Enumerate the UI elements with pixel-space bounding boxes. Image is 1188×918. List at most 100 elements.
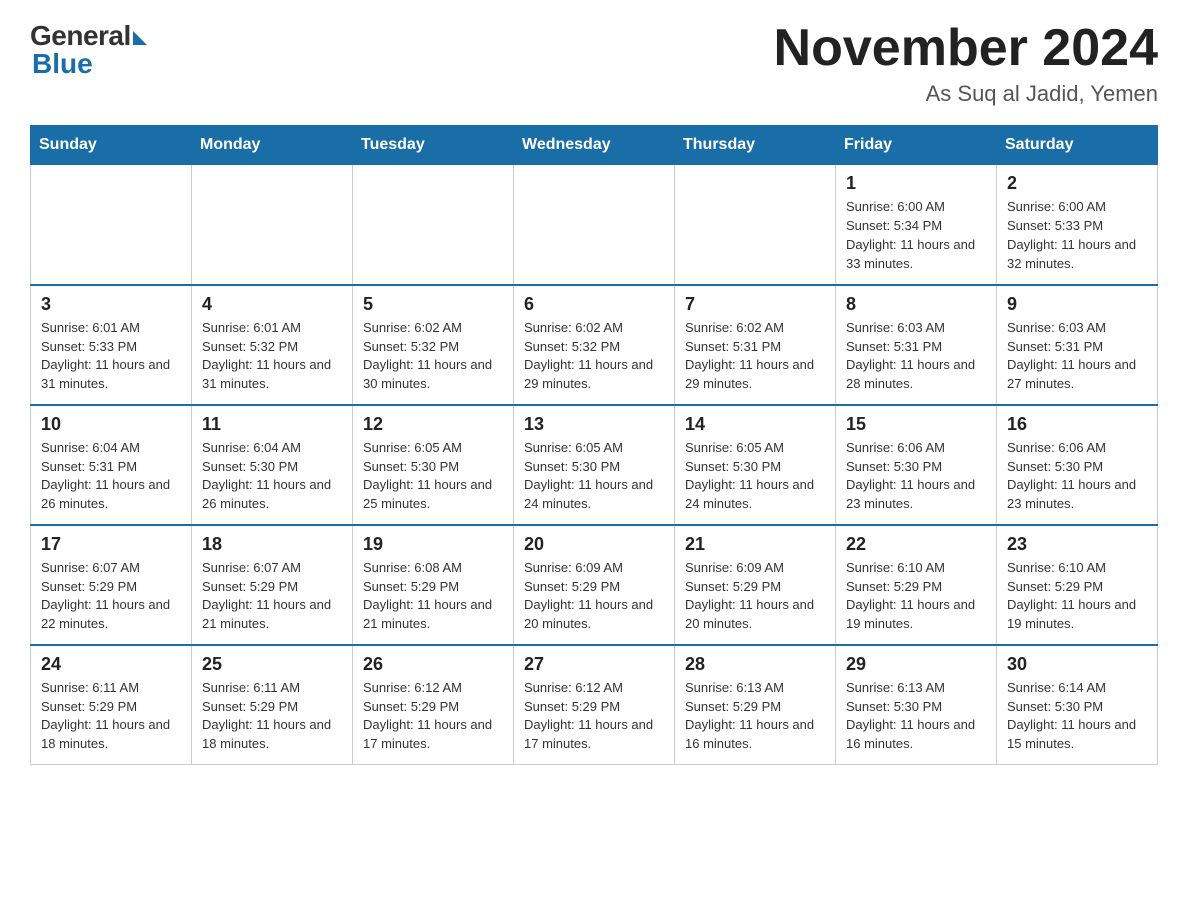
- day-number: 6: [524, 294, 664, 315]
- calendar-cell: 25Sunrise: 6:11 AM Sunset: 5:29 PM Dayli…: [192, 645, 353, 765]
- day-info: Sunrise: 6:01 AM Sunset: 5:32 PM Dayligh…: [202, 319, 342, 394]
- day-info: Sunrise: 6:07 AM Sunset: 5:29 PM Dayligh…: [41, 559, 181, 634]
- calendar-cell: 10 Sunrise: 6:04 AM Sunset: 5:31 PM Dayli…: [31, 405, 192, 525]
- calendar-cell: 1 Sunrise: 6:00 AM Sunset: 5:34 PM Daylig…: [836, 165, 997, 285]
- week-row-1: 1 Sunrise: 6:00 AM Sunset: 5:34 PM Daylig…: [31, 165, 1158, 285]
- calendar-cell: 3 Sunrise: 6:01 AM Sunset: 5:33 PM Daylig…: [31, 285, 192, 405]
- day-number: 8: [846, 294, 986, 315]
- weekday-header-sunday: Sunday: [31, 126, 192, 165]
- day-number: 20: [524, 534, 664, 555]
- day-info: Sunrise: 6:00 AM Sunset: 5:33 PM Dayligh…: [1007, 198, 1147, 273]
- calendar-cell: 23 Sunrise: 6:10 AM Sunset: 5:29 PM Dayli…: [997, 525, 1158, 645]
- day-info: Sunrise: 6:09 AM Sunset: 5:29 PM Dayligh…: [524, 559, 664, 634]
- calendar-cell: 28Sunrise: 6:13 AM Sunset: 5:29 PM Dayli…: [675, 645, 836, 765]
- calendar-cell: 6 Sunrise: 6:02 AM Sunset: 5:32 PM Daylig…: [514, 285, 675, 405]
- weekday-header-wednesday: Wednesday: [514, 126, 675, 165]
- calendar-cell: 30 Sunrise: 6:14 AM Sunset: 5:30 PM Dayli…: [997, 645, 1158, 765]
- calendar-cell: 2 Sunrise: 6:00 AM Sunset: 5:33 PM Daylig…: [997, 165, 1158, 285]
- calendar-cell: [192, 165, 353, 285]
- calendar-cell: 14 Sunrise: 6:05 AM Sunset: 5:30 PM Dayli…: [675, 405, 836, 525]
- day-number: 7: [685, 294, 825, 315]
- week-row-4: 17Sunrise: 6:07 AM Sunset: 5:29 PM Dayli…: [31, 525, 1158, 645]
- day-info: Sunrise: 6:00 AM Sunset: 5:34 PM Dayligh…: [846, 198, 986, 273]
- day-number: 14: [685, 414, 825, 435]
- calendar-cell: 26 Sunrise: 6:12 AM Sunset: 5:29 PM Dayli…: [353, 645, 514, 765]
- day-info: Sunrise: 6:14 AM Sunset: 5:30 PM Dayligh…: [1007, 679, 1147, 754]
- day-number: 3: [41, 294, 181, 315]
- day-number: 13: [524, 414, 664, 435]
- day-info: Sunrise: 6:02 AM Sunset: 5:31 PM Dayligh…: [685, 319, 825, 394]
- calendar-cell: 17Sunrise: 6:07 AM Sunset: 5:29 PM Dayli…: [31, 525, 192, 645]
- weekday-header-tuesday: Tuesday: [353, 126, 514, 165]
- calendar-cell: 27Sunrise: 6:12 AM Sunset: 5:29 PM Dayli…: [514, 645, 675, 765]
- logo-blue-text: Blue: [32, 48, 93, 80]
- day-info: Sunrise: 6:01 AM Sunset: 5:33 PM Dayligh…: [41, 319, 181, 394]
- calendar-cell: 11 Sunrise: 6:04 AM Sunset: 5:30 PM Dayli…: [192, 405, 353, 525]
- day-number: 10: [41, 414, 181, 435]
- day-number: 21: [685, 534, 825, 555]
- day-number: 12: [363, 414, 503, 435]
- day-number: 11: [202, 414, 342, 435]
- day-number: 9: [1007, 294, 1147, 315]
- day-number: 24: [41, 654, 181, 675]
- calendar-cell: 29 Sunrise: 6:13 AM Sunset: 5:30 PM Dayli…: [836, 645, 997, 765]
- day-info: Sunrise: 6:06 AM Sunset: 5:30 PM Dayligh…: [1007, 439, 1147, 514]
- weekday-header-saturday: Saturday: [997, 126, 1158, 165]
- day-info: Sunrise: 6:05 AM Sunset: 5:30 PM Dayligh…: [524, 439, 664, 514]
- week-row-3: 10 Sunrise: 6:04 AM Sunset: 5:31 PM Dayli…: [31, 405, 1158, 525]
- day-info: Sunrise: 6:11 AM Sunset: 5:29 PM Dayligh…: [41, 679, 181, 754]
- title-block: November 2024 As Suq al Jadid, Yemen: [774, 20, 1158, 107]
- calendar-table: SundayMondayTuesdayWednesdayThursdayFrid…: [30, 125, 1158, 765]
- day-info: Sunrise: 6:13 AM Sunset: 5:29 PM Dayligh…: [685, 679, 825, 754]
- day-info: Sunrise: 6:13 AM Sunset: 5:30 PM Dayligh…: [846, 679, 986, 754]
- day-number: 29: [846, 654, 986, 675]
- calendar-cell: [353, 165, 514, 285]
- calendar-cell: 5Sunrise: 6:02 AM Sunset: 5:32 PM Daylig…: [353, 285, 514, 405]
- day-number: 18: [202, 534, 342, 555]
- day-info: Sunrise: 6:06 AM Sunset: 5:30 PM Dayligh…: [846, 439, 986, 514]
- day-info: Sunrise: 6:10 AM Sunset: 5:29 PM Dayligh…: [1007, 559, 1147, 634]
- day-number: 1: [846, 173, 986, 194]
- calendar-cell: 4 Sunrise: 6:01 AM Sunset: 5:32 PM Daylig…: [192, 285, 353, 405]
- day-info: Sunrise: 6:10 AM Sunset: 5:29 PM Dayligh…: [846, 559, 986, 634]
- weekday-header-monday: Monday: [192, 126, 353, 165]
- calendar-cell: 7 Sunrise: 6:02 AM Sunset: 5:31 PM Daylig…: [675, 285, 836, 405]
- day-info: Sunrise: 6:05 AM Sunset: 5:30 PM Dayligh…: [685, 439, 825, 514]
- day-number: 5: [363, 294, 503, 315]
- weekday-header-row: SundayMondayTuesdayWednesdayThursdayFrid…: [31, 126, 1158, 165]
- day-number: 2: [1007, 173, 1147, 194]
- day-info: Sunrise: 6:02 AM Sunset: 5:32 PM Dayligh…: [524, 319, 664, 394]
- day-info: Sunrise: 6:09 AM Sunset: 5:29 PM Dayligh…: [685, 559, 825, 634]
- day-number: 30: [1007, 654, 1147, 675]
- calendar-cell: [514, 165, 675, 285]
- day-info: Sunrise: 6:05 AM Sunset: 5:30 PM Dayligh…: [363, 439, 503, 514]
- day-number: 25: [202, 654, 342, 675]
- day-number: 23: [1007, 534, 1147, 555]
- calendar-cell: 9 Sunrise: 6:03 AM Sunset: 5:31 PM Daylig…: [997, 285, 1158, 405]
- week-row-5: 24 Sunrise: 6:11 AM Sunset: 5:29 PM Dayli…: [31, 645, 1158, 765]
- day-info: Sunrise: 6:12 AM Sunset: 5:29 PM Dayligh…: [363, 679, 503, 754]
- calendar-cell: 19Sunrise: 6:08 AM Sunset: 5:29 PM Dayli…: [353, 525, 514, 645]
- day-number: 16: [1007, 414, 1147, 435]
- page-header: General Blue November 2024 As Suq al Jad…: [30, 20, 1158, 107]
- calendar-cell: 13 Sunrise: 6:05 AM Sunset: 5:30 PM Dayli…: [514, 405, 675, 525]
- day-info: Sunrise: 6:12 AM Sunset: 5:29 PM Dayligh…: [524, 679, 664, 754]
- calendar-cell: 20 Sunrise: 6:09 AM Sunset: 5:29 PM Dayli…: [514, 525, 675, 645]
- calendar-title: November 2024: [774, 20, 1158, 77]
- day-number: 26: [363, 654, 503, 675]
- day-info: Sunrise: 6:03 AM Sunset: 5:31 PM Dayligh…: [1007, 319, 1147, 394]
- calendar-subtitle: As Suq al Jadid, Yemen: [774, 81, 1158, 107]
- day-number: 15: [846, 414, 986, 435]
- day-number: 19: [363, 534, 503, 555]
- day-number: 4: [202, 294, 342, 315]
- calendar-cell: 24 Sunrise: 6:11 AM Sunset: 5:29 PM Dayli…: [31, 645, 192, 765]
- logo: General Blue: [30, 20, 147, 80]
- week-row-2: 3 Sunrise: 6:01 AM Sunset: 5:33 PM Daylig…: [31, 285, 1158, 405]
- day-info: Sunrise: 6:04 AM Sunset: 5:31 PM Dayligh…: [41, 439, 181, 514]
- day-info: Sunrise: 6:04 AM Sunset: 5:30 PM Dayligh…: [202, 439, 342, 514]
- calendar-cell: [675, 165, 836, 285]
- calendar-cell: [31, 165, 192, 285]
- day-info: Sunrise: 6:07 AM Sunset: 5:29 PM Dayligh…: [202, 559, 342, 634]
- calendar-cell: 15 Sunrise: 6:06 AM Sunset: 5:30 PM Dayli…: [836, 405, 997, 525]
- calendar-cell: 8Sunrise: 6:03 AM Sunset: 5:31 PM Daylig…: [836, 285, 997, 405]
